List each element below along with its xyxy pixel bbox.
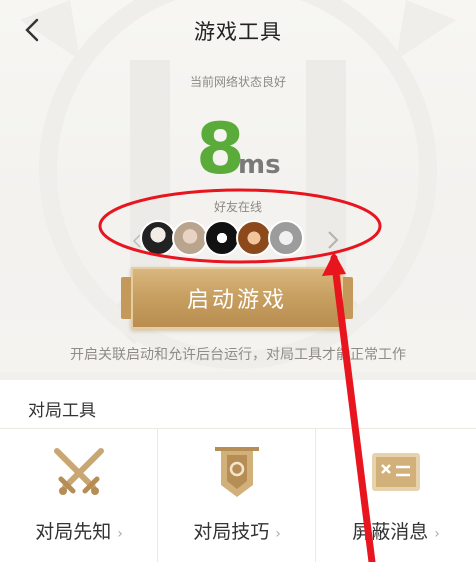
tool-match-tips[interactable]: 对局技巧 ›	[158, 429, 316, 562]
friend-avatar[interactable]	[268, 220, 304, 256]
ping-display: 8 ms	[190, 112, 290, 186]
launch-game-button[interactable]: 启动游戏	[121, 267, 353, 329]
friends-next-button[interactable]	[322, 228, 344, 252]
tool-label: 对局先知 ›	[0, 517, 158, 544]
tool-label-text: 对局技巧	[193, 521, 270, 543]
banner-shield-icon	[215, 447, 259, 497]
friend-avatar[interactable]	[204, 220, 240, 256]
friend-avatar[interactable]	[140, 220, 176, 256]
match-tools-section: 对局工具 对局先知 › 对局技巧 › 屏蔽消息 ›	[0, 380, 476, 562]
friend-avatar[interactable]	[236, 220, 272, 256]
section-title: 对局工具	[28, 401, 96, 421]
network-status-text: 当前网络状态良好	[189, 75, 286, 89]
friends-online-label: 好友在线	[213, 200, 262, 214]
tool-label-text: 屏蔽消息	[352, 521, 429, 543]
top-bar: 游戏工具	[0, 0, 476, 64]
friend-avatar[interactable]	[172, 220, 208, 256]
friends-avatar-row	[132, 216, 352, 262]
chevron-right-icon	[328, 231, 339, 249]
tool-grid: 对局先知 › 对局技巧 › 屏蔽消息 ›	[0, 428, 476, 562]
crossed-swords-icon	[54, 448, 104, 495]
tool-label-text: 对局先知	[35, 521, 112, 543]
tool-match-foresight[interactable]: 对局先知 ›	[0, 429, 158, 562]
ping-unit: ms	[238, 150, 281, 180]
tool-label: 对局技巧 ›	[158, 517, 316, 544]
chevron-right-icon: ›	[117, 526, 123, 542]
chevron-right-icon: ›	[434, 526, 440, 542]
permission-tip: 开启关联启动和允许后台运行，对局工具才能正常工作	[70, 347, 406, 363]
tool-label: 屏蔽消息 ›	[317, 517, 475, 544]
message-card-icon	[372, 453, 420, 491]
tool-block-messages[interactable]: 屏蔽消息 ›	[317, 429, 476, 562]
chevron-right-icon: ›	[275, 526, 281, 542]
page-title: 游戏工具	[194, 20, 282, 44]
